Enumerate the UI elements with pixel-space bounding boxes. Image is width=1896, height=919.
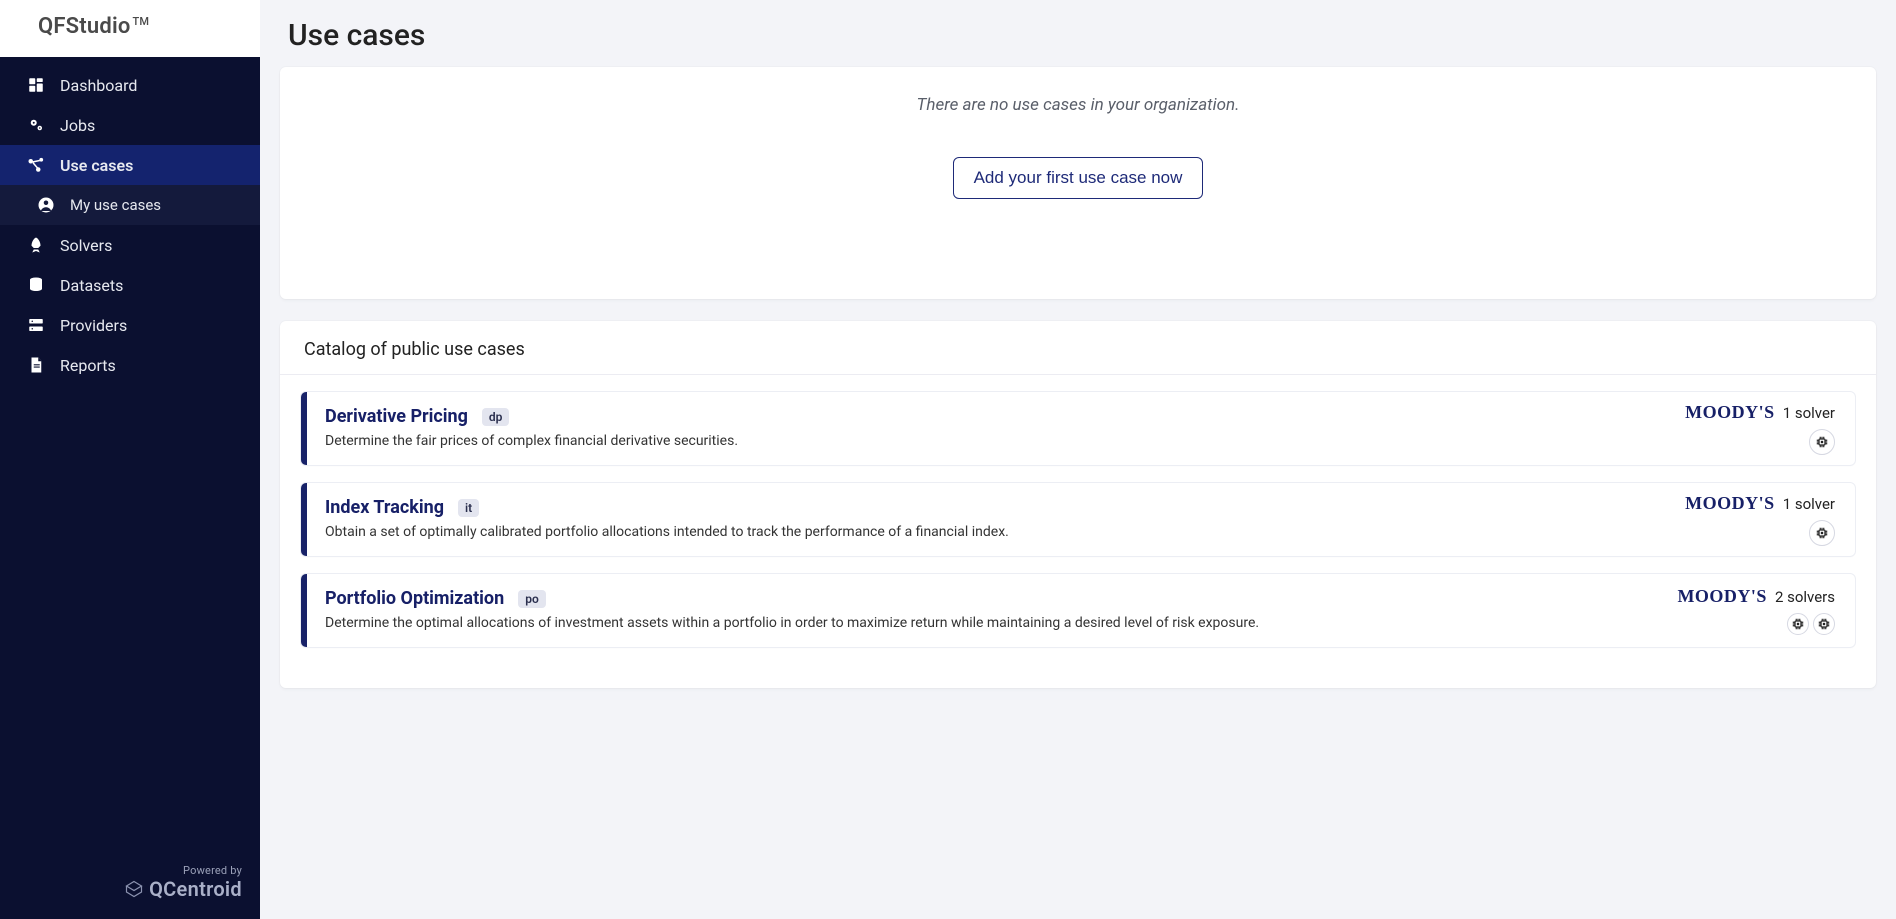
empty-state-card: There are no use cases in your organizat… bbox=[280, 67, 1876, 299]
use-case-description: Obtain a set of optimally calibrated por… bbox=[325, 524, 1647, 540]
sidebar-item-jobs[interactable]: Jobs bbox=[0, 105, 260, 145]
main-content: Use cases There are no use cases in your… bbox=[260, 0, 1896, 919]
network-icon bbox=[26, 155, 46, 175]
sidebar-item-label: Solvers bbox=[60, 236, 112, 255]
user-circle-icon bbox=[36, 195, 56, 215]
sidebar-item-reports[interactable]: Reports bbox=[0, 345, 260, 385]
use-case-body: Portfolio Optimization po Determine the op… bbox=[307, 574, 1665, 647]
sidebar: QFStudioTM Dashboard Jobs Use cases bbox=[0, 0, 260, 919]
sidebar-item-label: My use cases bbox=[70, 196, 161, 214]
sidebar-footer: Powered by QCentroid bbox=[0, 854, 260, 919]
cpu-chip-icon bbox=[1813, 613, 1835, 635]
solvers-count-label: 1 solver bbox=[1783, 495, 1835, 513]
cpu-chip-icon bbox=[1809, 429, 1835, 455]
catalog-card: Catalog of public use cases Derivative P… bbox=[280, 321, 1876, 688]
catalog-use-case[interactable]: Portfolio Optimization po Determine the op… bbox=[300, 573, 1856, 648]
use-case-tag: po bbox=[518, 590, 546, 608]
use-case-title: Portfolio Optimization bbox=[325, 588, 504, 609]
page-title: Use cases bbox=[288, 18, 1868, 53]
sidebar-nav: Dashboard Jobs Use cases My bbox=[0, 57, 260, 854]
sidebar-item-label: Use cases bbox=[60, 156, 133, 175]
catalog-list: Derivative Pricing dp Determine the fair p… bbox=[280, 391, 1876, 648]
sidebar-item-label: Providers bbox=[60, 316, 127, 335]
powered-by-label: Powered by bbox=[18, 864, 242, 877]
footer-brand-label: QCentroid bbox=[149, 877, 242, 901]
footer-brand: QCentroid bbox=[18, 877, 242, 901]
cpu-chip-icon bbox=[1787, 613, 1809, 635]
dashboard-icon bbox=[26, 75, 46, 95]
use-case-body: Index Tracking it Obtain a set of optimall… bbox=[307, 483, 1665, 556]
sidebar-item-label: Datasets bbox=[60, 276, 123, 295]
add-first-use-case-button[interactable]: Add your first use case now bbox=[953, 157, 1204, 199]
sidebar-item-label: Dashboard bbox=[60, 76, 137, 95]
sidebar-item-solvers[interactable]: Solvers bbox=[0, 225, 260, 265]
catalog-use-case[interactable]: Index Tracking it Obtain a set of optimall… bbox=[300, 482, 1856, 557]
database-icon bbox=[26, 275, 46, 295]
use-case-body: Derivative Pricing dp Determine the fair p… bbox=[307, 392, 1665, 465]
use-case-right: MOODY'S 2 solvers bbox=[1665, 574, 1855, 647]
empty-state-message: There are no use cases in your organizat… bbox=[304, 95, 1852, 115]
sidebar-item-label: Reports bbox=[60, 356, 116, 375]
qcentroid-logo-icon bbox=[125, 880, 143, 898]
sidebar-item-dashboard[interactable]: Dashboard bbox=[0, 65, 260, 105]
sidebar-subnav: My use cases bbox=[0, 185, 260, 225]
solver-chips bbox=[1787, 613, 1835, 635]
use-case-right: MOODY'S 1 solver bbox=[1665, 392, 1855, 465]
catalog-use-case[interactable]: Derivative Pricing dp Determine the fair p… bbox=[300, 391, 1856, 466]
provider-logo: MOODY'S bbox=[1677, 586, 1767, 607]
document-icon bbox=[26, 355, 46, 375]
use-case-tag: it bbox=[458, 499, 479, 517]
rocket-icon bbox=[26, 235, 46, 255]
provider-logo: MOODY'S bbox=[1685, 493, 1775, 514]
use-case-title: Derivative Pricing bbox=[325, 406, 468, 427]
use-case-title: Index Tracking bbox=[325, 497, 444, 518]
sidebar-item-my-use-cases[interactable]: My use cases bbox=[0, 185, 260, 225]
catalog-title: Catalog of public use cases bbox=[280, 321, 1876, 375]
brand-tm: TM bbox=[133, 15, 150, 28]
use-case-description: Determine the fair prices of complex fin… bbox=[325, 433, 1647, 449]
page-header: Use cases bbox=[260, 0, 1896, 67]
brand-logo: QFStudioTM bbox=[0, 0, 260, 57]
solvers-count-label: 2 solvers bbox=[1775, 588, 1835, 606]
solvers-count-label: 1 solver bbox=[1783, 404, 1835, 422]
brand-name: QFStudio bbox=[38, 14, 131, 39]
use-case-tag: dp bbox=[482, 408, 510, 426]
provider-logo: MOODY'S bbox=[1685, 402, 1775, 423]
sidebar-item-use-cases[interactable]: Use cases bbox=[0, 145, 260, 185]
sidebar-item-label: Jobs bbox=[60, 116, 95, 135]
solver-chips bbox=[1809, 429, 1835, 455]
server-icon bbox=[26, 315, 46, 335]
cpu-chip-icon bbox=[1809, 520, 1835, 546]
use-case-description: Determine the optimal allocations of inv… bbox=[325, 615, 1647, 631]
solver-chips bbox=[1809, 520, 1835, 546]
sidebar-item-providers[interactable]: Providers bbox=[0, 305, 260, 345]
gears-icon bbox=[26, 115, 46, 135]
sidebar-item-datasets[interactable]: Datasets bbox=[0, 265, 260, 305]
use-case-right: MOODY'S 1 solver bbox=[1665, 483, 1855, 556]
